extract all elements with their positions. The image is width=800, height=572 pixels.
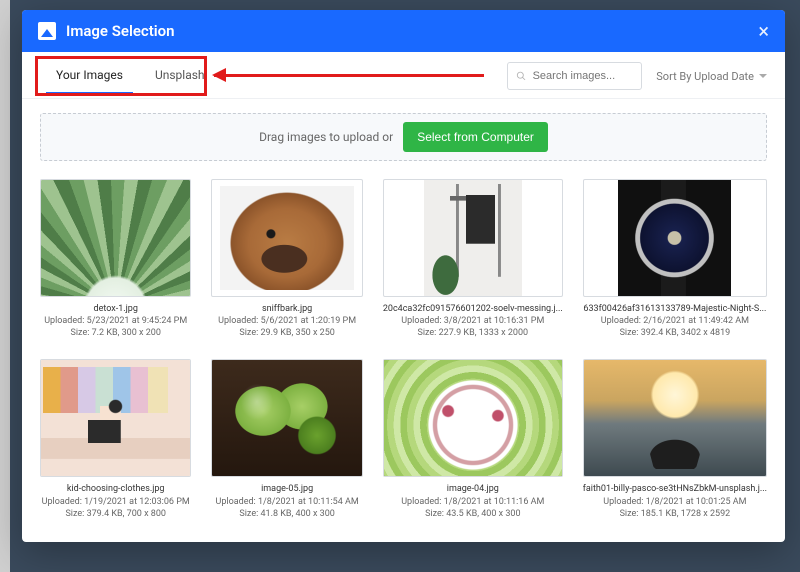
image-thumbnail[interactable] [583,179,767,297]
image-filename: 20c4ca32fc091576601202-soelv-messing.j..… [383,303,563,315]
image-card: 633f00426af31613133789-Majestic-Night-S.… [583,179,767,339]
image-size: Size: 41.8 KB, 400 x 300 [211,508,362,520]
dropzone-text: Drag images to upload or [259,130,393,144]
upload-dropzone[interactable]: Drag images to upload or Select from Com… [40,113,767,161]
image-grid: detox-1.jpg Uploaded: 5/23/2021 at 9:45:… [40,179,767,520]
image-filename: sniffbark.jpg [211,303,362,315]
image-size: Size: 227.9 KB, 1333 x 2000 [383,327,563,339]
image-card: detox-1.jpg Uploaded: 5/23/2021 at 9:45:… [40,179,191,339]
search-input[interactable] [533,70,634,82]
image-uploaded: Uploaded: 3/8/2021 at 10:16:31 PM [383,315,563,327]
image-uploaded: Uploaded: 5/6/2021 at 1:20:19 PM [211,315,362,327]
tab-your-images[interactable]: Your Images [40,58,139,94]
search-icon [516,70,526,82]
image-card: faith01-billy-pasco-se3tHNsZbkM-unsplash… [583,359,767,519]
close-icon[interactable]: × [758,21,769,41]
image-selection-modal: Image Selection × Your Images Unsplash S… [22,10,785,542]
image-size: Size: 379.4 KB, 700 x 800 [40,508,191,520]
toolbar: Your Images Unsplash Sort By Upload Date [22,52,785,99]
image-filename: image-05.jpg [211,483,362,495]
image-filename: 633f00426af31613133789-Majestic-Night-S.… [583,303,767,315]
image-thumbnail[interactable] [383,359,563,477]
image-card: image-05.jpg Uploaded: 1/8/2021 at 10:11… [211,359,362,519]
image-thumbnail[interactable] [40,359,191,477]
sort-label: Sort By Upload Date [656,70,754,83]
image-card: image-04.jpg Uploaded: 1/8/2021 at 10:11… [383,359,563,519]
image-uploaded: Uploaded: 1/8/2021 at 10:11:54 AM [211,496,362,508]
annotation-arrow-icon [214,74,484,77]
image-size: Size: 29.9 KB, 350 x 250 [211,327,362,339]
image-size: Size: 43.5 KB, 400 x 300 [383,508,563,520]
image-thumbnail[interactable] [40,179,191,297]
modal-title: Image Selection [66,22,758,40]
image-filename: faith01-billy-pasco-se3tHNsZbkM-unsplash… [583,483,767,495]
modal-header: Image Selection × [22,10,785,52]
select-from-computer-button[interactable]: Select from Computer [403,122,548,152]
image-card: 20c4ca32fc091576601202-soelv-messing.j..… [383,179,563,339]
image-size: Size: 392.4 KB, 3402 x 4819 [583,327,767,339]
content-area: Drag images to upload or Select from Com… [22,99,785,542]
image-card: sniffbark.jpg Uploaded: 5/6/2021 at 1:20… [211,179,362,339]
image-filename: image-04.jpg [383,483,563,495]
image-filename: detox-1.jpg [40,303,191,315]
image-uploaded: Uploaded: 1/8/2021 at 10:01:25 AM [583,496,767,508]
image-size: Size: 185.1 KB, 1728 x 2592 [583,508,767,520]
image-size: Size: 7.2 KB, 300 x 200 [40,327,191,339]
image-card: kid-choosing-clothes.jpg Uploaded: 1/19/… [40,359,191,519]
image-uploaded: Uploaded: 5/23/2021 at 9:45:24 PM [40,315,191,327]
image-icon [38,22,56,40]
image-uploaded: Uploaded: 1/19/2021 at 12:03:06 PM [40,496,191,508]
chevron-down-icon [759,74,767,78]
image-thumbnail[interactable] [583,359,767,477]
image-thumbnail[interactable] [211,359,362,477]
sort-dropdown[interactable]: Sort By Upload Date [656,70,767,83]
source-tabs: Your Images Unsplash [40,58,221,94]
image-uploaded: Uploaded: 2/16/2021 at 11:49:42 AM [583,315,767,327]
search-input-wrapper[interactable] [507,62,642,90]
image-filename: kid-choosing-clothes.jpg [40,483,191,495]
tab-unsplash[interactable]: Unsplash [139,58,221,94]
image-thumbnail[interactable] [383,179,563,297]
image-uploaded: Uploaded: 1/8/2021 at 10:11:16 AM [383,496,563,508]
image-thumbnail[interactable] [211,179,362,297]
